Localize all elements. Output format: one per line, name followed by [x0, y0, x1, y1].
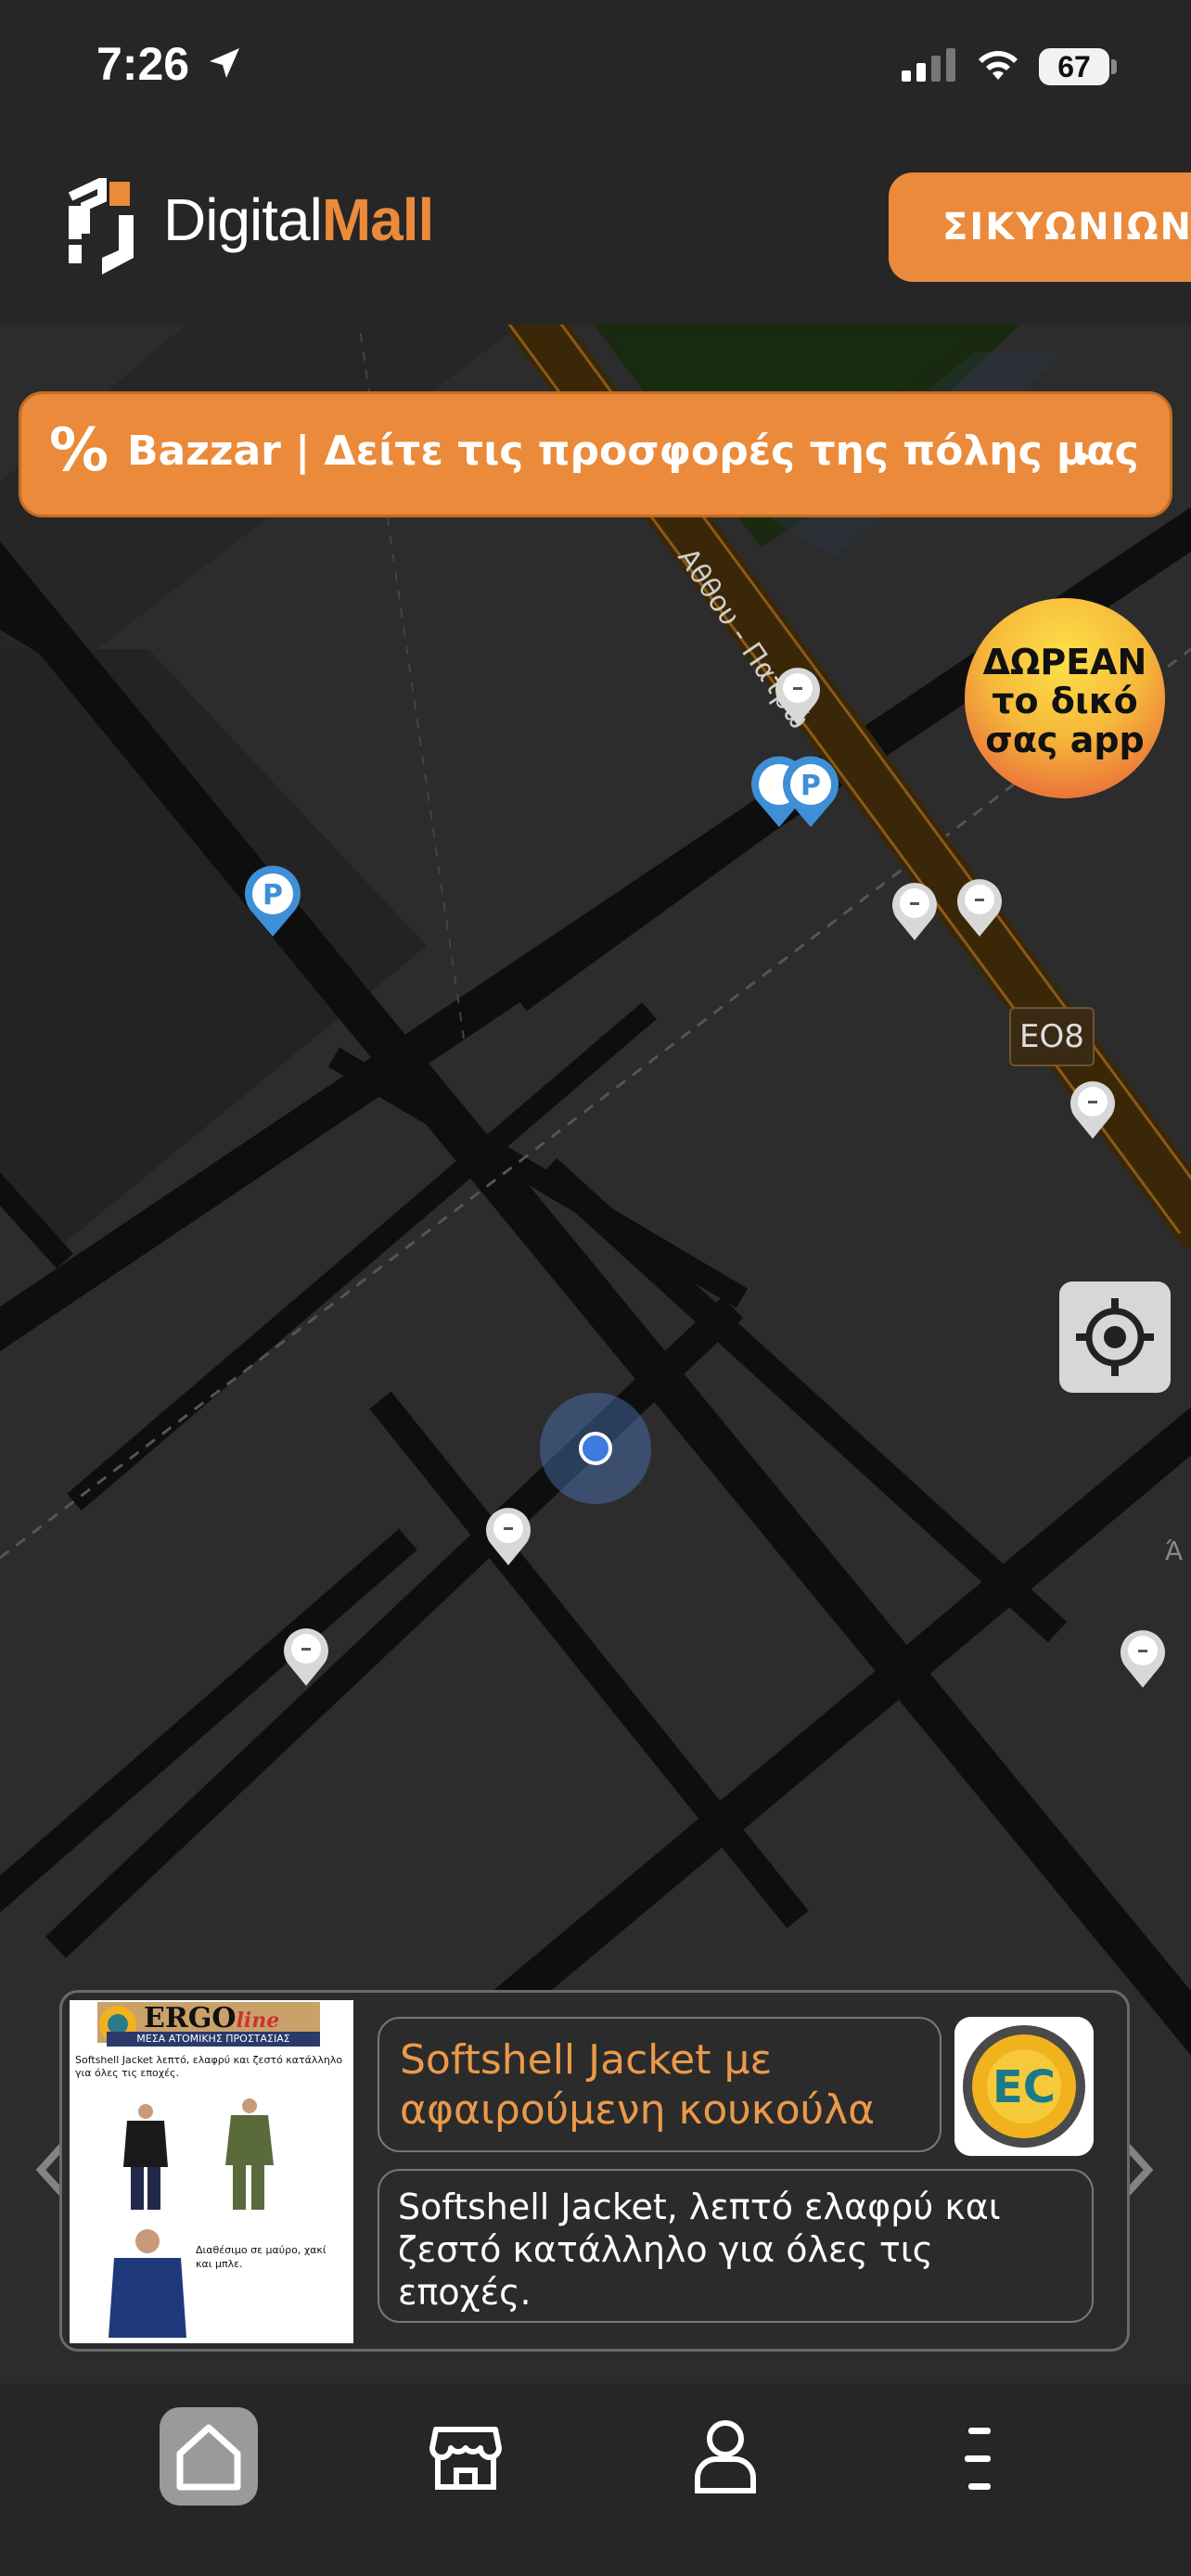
free-app-line2: το δικό: [992, 681, 1138, 721]
parking-marker[interactable]: P: [237, 861, 308, 938]
flyer-caption: Softshell Jacket λεπτό, ελαφρύ και ζεστό…: [75, 2054, 343, 2079]
status-bar: 7:26 67: [0, 0, 1191, 139]
battery-indicator: 67: [1039, 48, 1109, 85]
crosshair-icon: [1076, 1298, 1154, 1376]
shop-marker[interactable]: [1065, 1076, 1121, 1141]
parking-letter: P: [263, 879, 283, 912]
digitalmall-logo-icon: [68, 178, 134, 274]
parking-marker[interactable]: P: [775, 751, 846, 829]
home-icon: [176, 2424, 241, 2491]
city-selector-button[interactable]: ΣΙΚΥΩΝΙΩΝ: [889, 172, 1191, 282]
location-arrow-icon: [210, 48, 239, 78]
shop-marker[interactable]: [770, 662, 826, 727]
shop-marker[interactable]: [480, 1502, 536, 1567]
flyer-subtitle: ΜΕΣΑ ΑΤΟΜΙΚΗΣ ΠΡΟΣΤΑΣΙΑΣ: [107, 2032, 320, 2047]
logo-wordmark: DigitalMall: [163, 185, 434, 254]
profile-icon[interactable]: [688, 2417, 762, 2494]
status-time: 7:26: [96, 38, 190, 90]
product-description: Softshell Jacket, λεπτό ελαφρύ και ζεστό…: [378, 2169, 1094, 2323]
product-flyer-image[interactable]: ERGOline ΜΕΣΑ ΑΤΟΜΙΚΗΣ ΠΡΟΣΤΑΣΙΑΣ Softsh…: [70, 2000, 353, 2343]
shop-marker[interactable]: [887, 877, 942, 942]
jacket-black-image: [123, 2104, 168, 2210]
flyer-colors-note: Διαθέσιμο σε μαύρο, χακί και μπλε.: [196, 2244, 327, 2270]
shop-logo-text: EC: [992, 2061, 1056, 2113]
map-edge-label: Ά: [1165, 1536, 1184, 1566]
promo-text: Bazzar | Δείτε τις προσφορές της πόλης μ…: [127, 427, 1139, 475]
flyer-brand-suffix: line: [236, 2009, 280, 2033]
shop-marker[interactable]: [1115, 1625, 1171, 1690]
wifi-icon: [979, 51, 1018, 80]
flyer-brand: ERGOline: [144, 2002, 279, 2034]
menu-icon[interactable]: [961, 2422, 998, 2496]
shop-logo-icon: EC: [954, 2017, 1094, 2156]
shop-marker[interactable]: [952, 874, 1007, 938]
free-app-line1: ΔΩΡΕΑΝ: [982, 642, 1147, 682]
free-app-badge[interactable]: ΔΩΡΕΑΝ το δικό σας app: [965, 598, 1165, 798]
road-badge: ΕΟ8: [1009, 1007, 1095, 1066]
play-arrow-icon: ▸: [1081, 442, 1093, 468]
cellular-signal-icon: [902, 48, 955, 82]
product-title-text: Softshell Jacket με αφαιρούμενη κουκούλα: [400, 2036, 876, 2134]
product-card[interactable]: ERGOline ΜΕΣΑ ΑΤΟΜΙΚΗΣ ΠΡΟΣΤΑΣΙΑΣ Softsh…: [59, 1990, 1130, 2352]
logo-word-digital: Digital: [163, 186, 323, 253]
percent-icon: %: [49, 416, 109, 485]
nav-home-button[interactable]: [160, 2407, 258, 2506]
battery-nub: [1111, 59, 1117, 74]
shop-logo[interactable]: EC: [954, 2017, 1094, 2156]
logo-word-mall: Mall: [321, 186, 434, 253]
free-app-line3: σας app: [985, 720, 1145, 760]
promo-banner[interactable]: % Bazzar | Δείτε τις προσφορές της πόλης…: [19, 391, 1172, 517]
my-location-button[interactable]: [1059, 1282, 1171, 1393]
jacket-blue-image: [109, 2229, 186, 2338]
parking-letter: P: [800, 770, 821, 802]
flyer-brand-name: ERGO: [144, 2002, 237, 2034]
shop-marker[interactable]: [278, 1623, 334, 1688]
jacket-khaki-image: [225, 2098, 274, 2210]
user-location-dot: [579, 1432, 612, 1465]
product-title[interactable]: Softshell Jacket με αφαιρούμενη κουκούλα: [378, 2017, 941, 2152]
store-icon[interactable]: [429, 2420, 503, 2494]
